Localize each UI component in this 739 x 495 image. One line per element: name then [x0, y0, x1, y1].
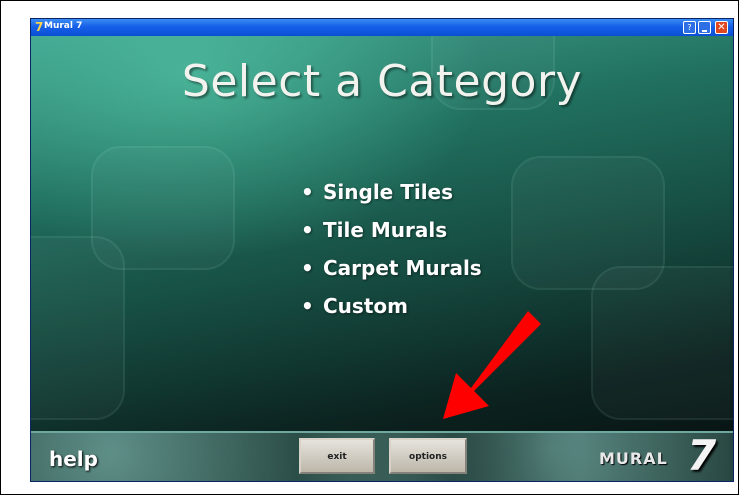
title-bar[interactable]: 7 Mural 7 ? ✕: [31, 19, 733, 36]
minimize-button[interactable]: [698, 21, 711, 34]
category-label: Carpet Murals: [323, 256, 482, 280]
mural7-logo: MURAL 7: [591, 431, 717, 480]
window-title: Mural 7: [44, 21, 83, 31]
app-window: 7 Mural 7 ? ✕ Select a Category • Single …: [30, 18, 734, 482]
logo-number: 7: [687, 431, 717, 480]
logo-text: MURAL: [599, 449, 668, 468]
bullet-icon: •: [301, 180, 314, 204]
background-tile: [591, 266, 733, 420]
category-carpet-murals[interactable]: • Carpet Murals: [301, 254, 482, 292]
category-list: • Single Tiles • Tile Murals • Carpet Mural…: [301, 178, 482, 330]
bullet-icon: •: [301, 218, 314, 242]
background-tile: [31, 236, 125, 420]
category-single-tiles[interactable]: • Single Tiles: [301, 178, 482, 216]
category-label: Single Tiles: [323, 180, 454, 204]
category-label: Tile Murals: [323, 218, 448, 242]
category-tile-murals[interactable]: • Tile Murals: [301, 216, 482, 254]
bullet-icon: •: [301, 294, 314, 318]
help-link[interactable]: help: [49, 447, 98, 471]
footer-bar: help exit options MURAL 7: [31, 431, 733, 481]
close-button[interactable]: ✕: [715, 21, 728, 34]
title-help-button[interactable]: ?: [683, 21, 696, 34]
exit-button[interactable]: exit: [299, 438, 375, 474]
app-icon: 7: [35, 20, 44, 34]
bullet-icon: •: [301, 256, 314, 280]
category-label: Custom: [323, 294, 408, 318]
category-custom[interactable]: • Custom: [301, 292, 482, 330]
page-title: Select a Category: [181, 56, 583, 107]
options-button[interactable]: options: [389, 438, 467, 474]
main-panel: Select a Category • Single Tiles • Tile Mu…: [31, 36, 733, 431]
